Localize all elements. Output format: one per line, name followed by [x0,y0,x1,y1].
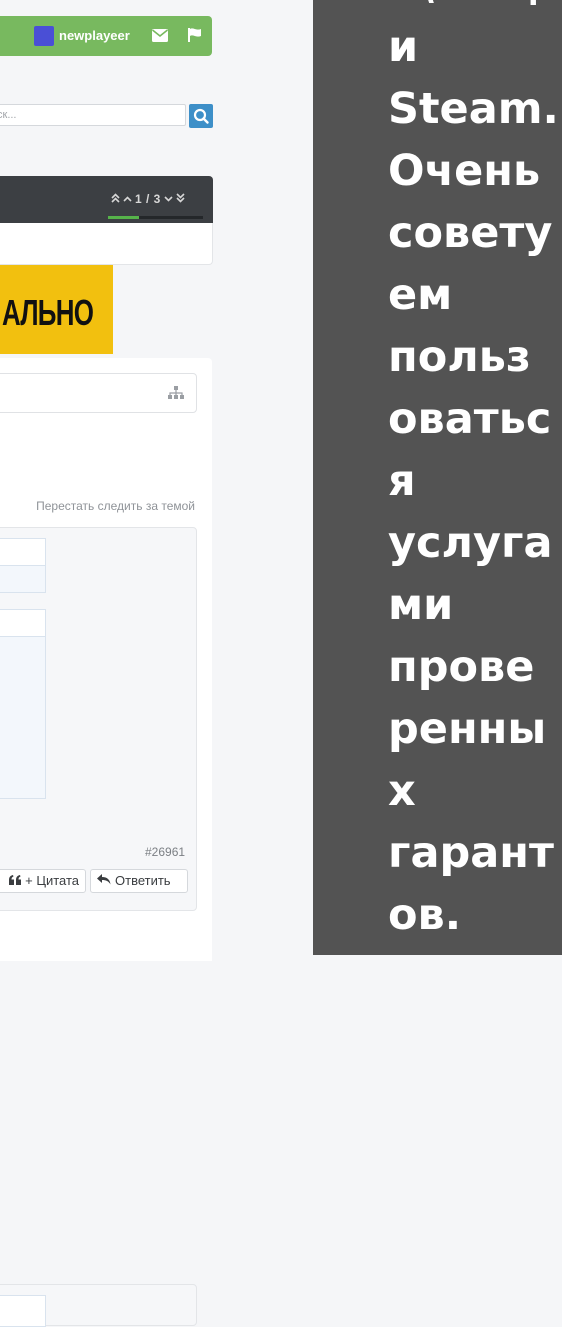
overlay-line: услуга [388,518,553,568]
post-quote-header [0,609,46,637]
post-header-cell [0,538,46,566]
overlay-panel: и\вещ и Steam. Очень совету ем польз оватьс я усл… [313,0,562,955]
quote-label: + Цитата [25,873,79,888]
double-chevron-down-icon[interactable] [176,192,185,206]
overlay-line: и\вещ [388,0,538,10]
chevron-up-icon[interactable] [123,192,132,206]
overlay-line: я [388,456,416,506]
quote-button[interactable]: + Цитата [0,869,86,893]
thread-header: 1 / 3 [0,176,213,223]
reply-label: Ответить [115,873,171,888]
post-card [0,1284,197,1327]
page-counter: 1 / 3 [135,192,161,206]
overlay-line: х [388,766,416,816]
user-bar: newplayeer [0,16,212,56]
post-quote-body [0,636,46,799]
avatar[interactable] [34,26,54,46]
flag-icon[interactable] [187,27,203,48]
overlay-line: оватьс [388,394,552,444]
overlay-line: польз [388,332,531,382]
chevron-down-icon[interactable] [164,192,173,206]
reply-button[interactable]: Ответить [90,869,188,893]
promo-banner[interactable]: АЛЬНО [0,265,113,354]
thread-progress-bar [108,216,203,219]
reply-icon [97,869,111,893]
quote-icon [9,869,22,893]
search-button[interactable] [189,104,213,128]
overlay-line: ем [388,270,453,320]
post-subheader-cell [0,565,46,593]
post-header-cell [0,1295,46,1327]
overlay-line: Steam. [388,84,559,134]
overlay-line: ми [388,580,454,630]
overlay-text: и\вещ и Steam. Очень совету ем польз оватьс я усл… [388,0,559,946]
banner-text: АЛЬНО [2,292,94,333]
page-navigator: 1 / 3 [111,192,185,206]
unfollow-thread-link[interactable]: Перестать следить за темой [36,499,195,513]
overlay-line: ов. [388,890,462,940]
search-input[interactable] [0,104,186,126]
username-link[interactable]: newplayeer [59,28,130,43]
overlay-line: совету [388,208,553,258]
overlay-line: ренны [388,704,547,754]
search-icon [193,108,209,124]
envelope-icon[interactable] [152,29,168,47]
sitemap-icon[interactable] [168,386,184,405]
overlay-line: прове [388,642,535,692]
post-id-link[interactable]: #26961 [145,845,185,859]
thread-subheader [0,223,213,265]
overlay-line: Очень [388,146,541,196]
double-chevron-up-icon[interactable] [111,192,120,206]
overlay-line: и [388,22,419,72]
overlay-line: гарант [388,828,554,878]
thread-progress-fill [108,216,140,219]
